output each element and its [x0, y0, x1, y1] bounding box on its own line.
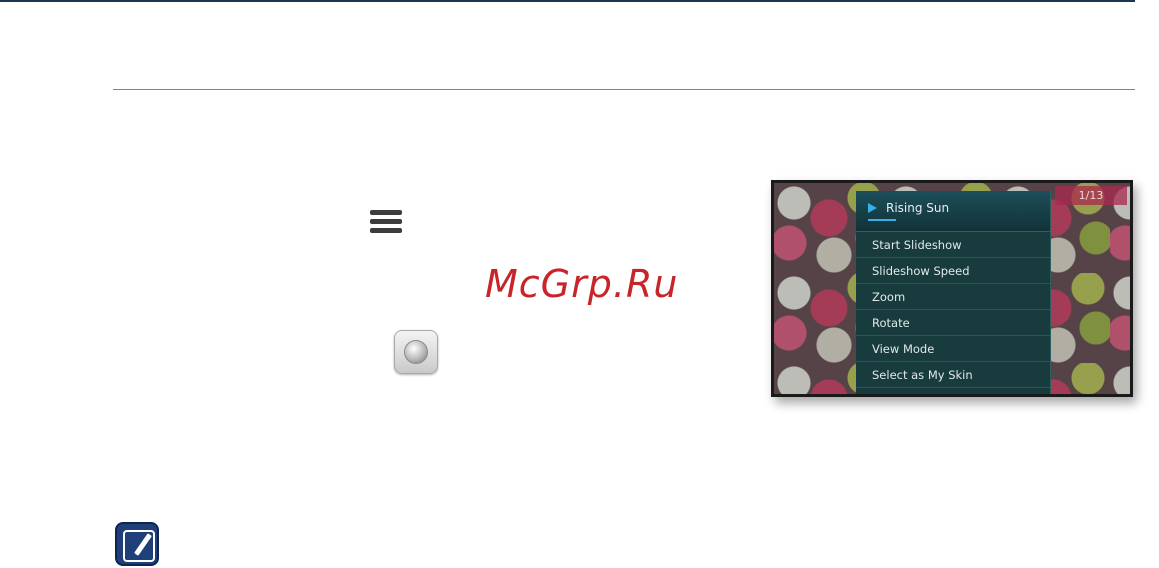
play-icon — [868, 203, 877, 213]
menu-icon — [370, 210, 402, 234]
menu-header: Rising Sun — [856, 191, 1050, 232]
note-icon — [115, 522, 159, 566]
device-screen: 1/13 Rising Sun Start Slideshow Slidesho… — [771, 180, 1133, 397]
watermark: McGrp.Ru — [485, 262, 679, 306]
menu-item-zoom[interactable]: Zoom — [856, 284, 1050, 310]
section-divider — [113, 89, 1135, 90]
menu-title: Rising Sun — [886, 201, 950, 215]
options-menu: Rising Sun Start Slideshow Slideshow Spe… — [856, 191, 1051, 394]
image-counter: 1/13 — [1055, 186, 1127, 205]
menu-item-slideshow-speed[interactable]: Slideshow Speed — [856, 258, 1050, 284]
select-button-icon — [394, 330, 438, 374]
top-rule — [0, 0, 1135, 2]
menu-item-rotate[interactable]: Rotate — [856, 310, 1050, 336]
title-underline — [868, 219, 896, 221]
menu-item-select-as-my-skin[interactable]: Select as My Skin — [856, 362, 1050, 388]
menu-item-view-mode[interactable]: View Mode — [856, 336, 1050, 362]
menu-item-start-slideshow[interactable]: Start Slideshow — [856, 232, 1050, 258]
